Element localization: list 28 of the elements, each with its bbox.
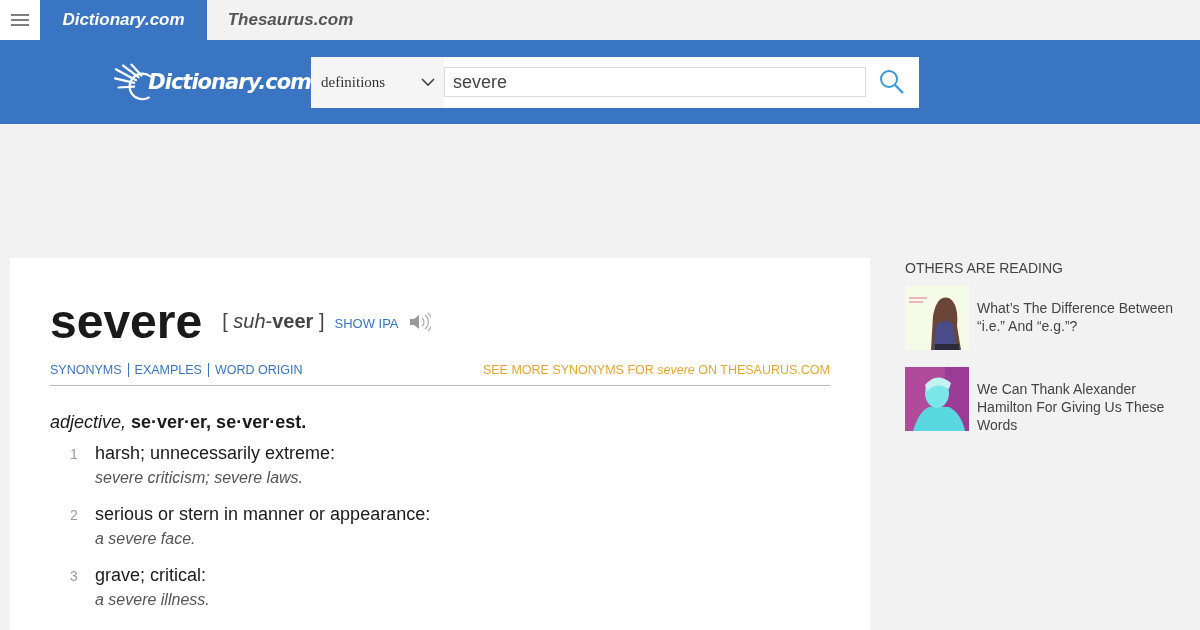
example-text: severe criticism; severe laws. [95,469,305,487]
pronunciation: [ suh-veer ] [222,310,325,333]
menu-icon [11,14,29,26]
search-icon [879,69,905,95]
headword: severe [50,294,203,349]
example-text: a severe face. [95,530,197,548]
show-ipa-link[interactable]: SHOW IPA [334,316,399,331]
speaker-icon[interactable] [408,311,431,332]
chevron-down-icon [421,77,435,87]
section-link[interactable]: WORD ORIGIN [214,363,303,377]
definition-text: serious or stern in manner or appearance: [95,504,431,525]
sidebar-title: OTHERS ARE READING [905,260,1064,276]
definition-number: 3 [69,567,79,586]
definition-text: grave; critical: [95,565,208,586]
article-link[interactable]: We Can Thank Alexander Hamilton For Giving Us These Words [977,380,1175,434]
site-logo[interactable]: Dictionary.com [148,70,311,94]
site-tab[interactable]: Dictionary.com [40,0,207,40]
section-link[interactable]: EXAMPLES [134,363,202,377]
article-link[interactable]: What’s The Difference Between “i.e.” And “e.g.”? [977,299,1175,335]
definition-text: harsh; unnecessarily extreme: [95,443,336,464]
definition-number: 1 [69,445,79,464]
example-text: a severe illness. [95,591,210,609]
section-link[interactable]: SYNONYMS [50,363,122,377]
menu-button[interactable] [0,0,40,40]
definition-number: 2 [69,506,79,525]
search-field[interactable]: severe [444,67,866,97]
inflection: adjective, se·ver·er, se·ver·est. [50,412,308,433]
search-type-dropdown[interactable]: definitions [311,56,444,108]
